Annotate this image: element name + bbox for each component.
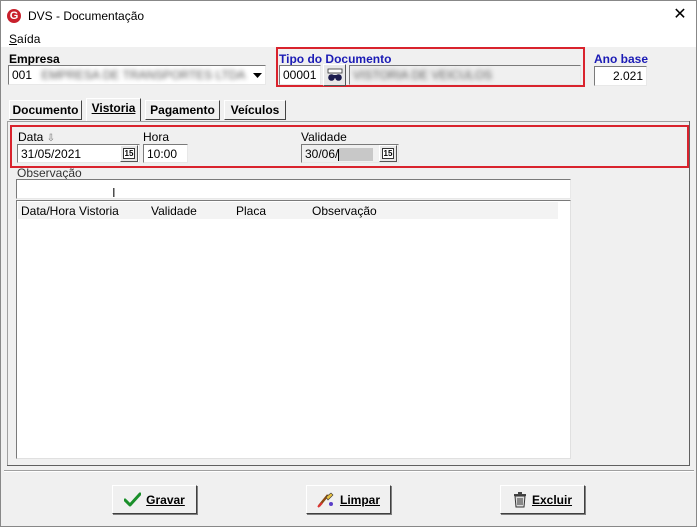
tab-panel-bottom-border [7,465,690,466]
checkmark-icon [124,492,142,507]
tipo-documento-search-button[interactable] [323,64,346,86]
data-calendar-button[interactable]: 15 [120,145,138,162]
main-window: G DVS - Documentação ✕ Saída Empresa 001… [0,0,697,527]
empresa-name: EMPRESA DE TRANSPORTES LTDA [41,68,246,82]
menu-item-saida[interactable]: Saída [9,32,40,46]
limpar-button[interactable]: Limpar [306,485,391,514]
observacao-field[interactable] [16,179,571,199]
menu-bar: Saída [1,31,696,47]
ano-base-label: Ano base [594,52,649,66]
tab-pagamento[interactable]: Pagamento [145,100,220,120]
sort-down-arrow-icon: ⇩ [46,133,56,144]
tab-documento[interactable]: Documento [9,100,82,120]
column-header-validade[interactable]: Validade [151,204,197,218]
title-bar: G DVS - Documentação ✕ [1,1,696,31]
chevron-down-icon [252,72,262,78]
binoculars-icon [327,68,342,81]
hora-field[interactable]: 10:00 [143,144,188,163]
tab-vistoria[interactable]: Vistoria [86,98,141,121]
ano-base-field[interactable]: 2.021 [594,66,647,86]
hora-label: Hora [143,130,170,144]
validade-label: Validade [301,130,347,144]
trash-icon [513,491,526,507]
gravar-button[interactable]: Gravar [112,485,197,514]
empresa-label: Empresa [9,52,60,66]
close-button[interactable]: ✕ [672,7,688,23]
empresa-combobox[interactable]: 001 EMPRESA DE TRANSPORTES LTDA [8,65,266,85]
window-title: DVS - Documentação [28,9,145,23]
text-ibeam-cursor-icon: I [112,185,116,200]
calendar-icon: 15 [382,148,394,159]
column-header-observacao[interactable]: Observação [312,204,377,218]
tab-panel-right-border [689,121,690,466]
empresa-code: 001 [12,68,33,82]
column-header-data-hora[interactable]: Data/Hora Vistoria [21,204,119,218]
vistoria-grid[interactable]: Data/Hora Vistoria Validade Placa Observ… [16,200,571,459]
bottom-separator [4,470,694,472]
eraser-icon [317,492,334,508]
grid-header: Data/Hora Vistoria Validade Placa Observ… [18,202,558,219]
calendar-icon: 15 [123,148,135,159]
data-label: Data ⇩ [18,130,56,144]
tipo-documento-code-field[interactable]: 00001 [279,65,321,85]
observacao-label: Observação [17,166,82,180]
tab-panel-left-border [7,121,8,466]
validade-calendar-button[interactable]: 15 [379,145,397,162]
app-logo-icon: G [7,9,21,23]
excluir-button[interactable]: Excluir [500,485,585,514]
tab-veiculos[interactable]: Veículos [224,100,286,120]
selection-highlight [339,148,374,162]
column-header-placa[interactable]: Placa [236,204,266,218]
empresa-dropdown-button[interactable] [249,66,265,84]
tipo-documento-description: VISTORIA DE VEICULOS [349,65,581,85]
tab-panel-top-border [7,121,690,122]
